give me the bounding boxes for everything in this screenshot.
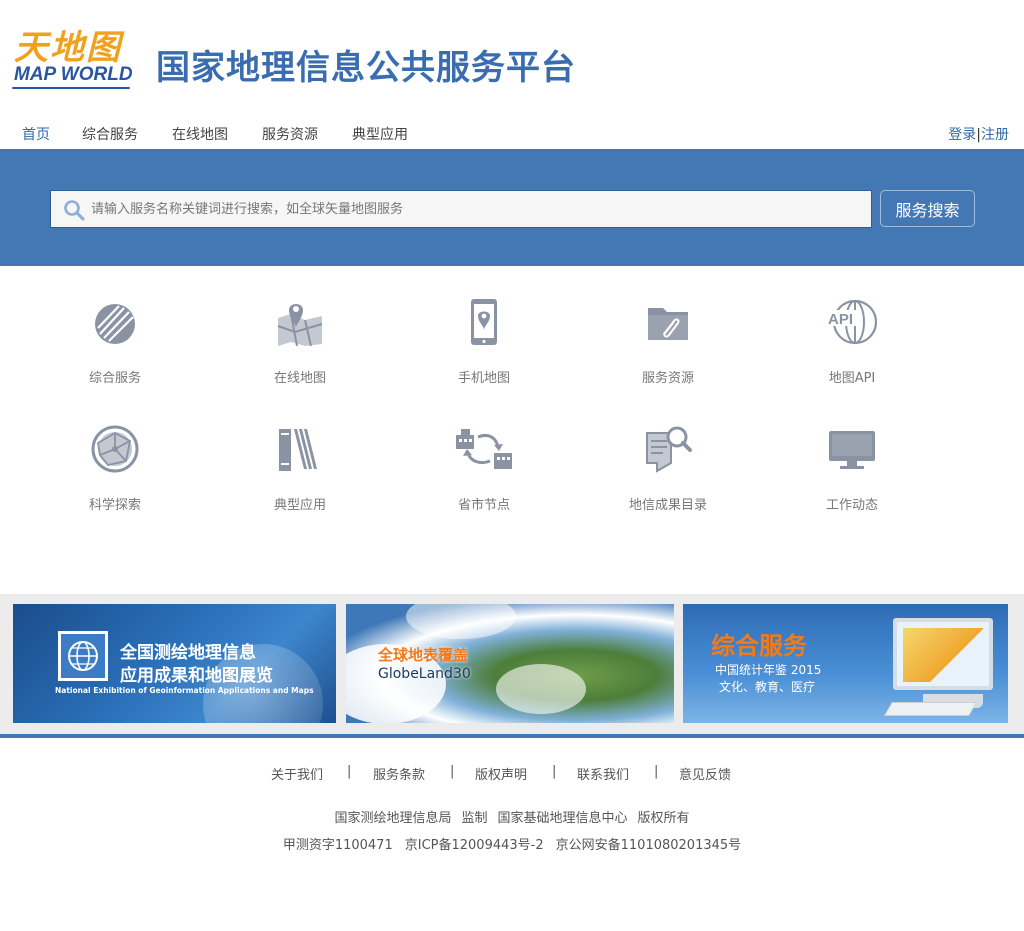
buildings-exchange-icon xyxy=(456,429,512,469)
banner-band: 全国测绘地理信息 应用成果和地图展览 National Exhibition o… xyxy=(0,594,1024,734)
service-tile-label: 综合服务 xyxy=(88,371,141,386)
svg-text:API: API xyxy=(828,311,853,328)
footer-link-about[interactable]: 关于我们 xyxy=(271,764,323,783)
banner-integrated-services[interactable]: 综合服务 中国统计年鉴 2015 文化、教育、医疗 xyxy=(683,604,1008,723)
globe-slash-icon xyxy=(95,304,135,344)
search-input[interactable] xyxy=(91,191,861,227)
logo-chinese-text: 天地图 xyxy=(14,28,122,68)
document-search-icon xyxy=(646,426,692,473)
service-tile-label: 典型应用 xyxy=(273,498,326,513)
service-search-button[interactable]: 服务搜索 xyxy=(880,190,975,227)
login-link[interactable]: 登录 xyxy=(948,127,976,143)
globe-emblem-icon xyxy=(68,641,98,671)
service-tile-label: 科学探索 xyxy=(88,498,141,513)
banner-exhibition-title-2: 应用成果和地图展览 xyxy=(120,666,273,686)
keyboard-graphic xyxy=(883,702,978,716)
nav-item-service-resources[interactable]: 服务资源 xyxy=(262,124,318,144)
service-tile-work-news[interactable]: 工作动态 xyxy=(777,393,927,513)
map-world-logo[interactable]: 天地图 MAP WORLD xyxy=(12,20,133,92)
search-icon xyxy=(64,200,85,221)
copyright-line-2: 甲测资字1100471 京ICP备12009443号-2 京公网安备11010802… xyxy=(0,834,1024,853)
books-icon xyxy=(279,429,317,471)
monitor-icon xyxy=(829,431,875,469)
footer-link-contact[interactable]: 联系我们 xyxy=(577,764,629,783)
banner-globeland-subtitle: GlobeLand30 xyxy=(378,666,471,682)
banner-exhibition-title-1: 全国测绘地理信息 xyxy=(120,643,256,663)
banner-exhibition[interactable]: 全国测绘地理信息 应用成果和地图展览 National Exhibition o… xyxy=(13,604,336,723)
service-tile-geoinfo-catalog[interactable]: 地信成果目录 xyxy=(593,393,743,513)
footer-separator: | xyxy=(552,764,557,779)
copyright-center: 国家基础地理信息中心 xyxy=(497,811,628,826)
copyright-rights: 版权所有 xyxy=(637,811,690,826)
search-band: 服务搜索 xyxy=(0,149,1024,266)
service-tile-label: 地信成果目录 xyxy=(628,498,707,513)
service-tile-label: 工作动态 xyxy=(825,498,878,513)
network-globe-icon xyxy=(91,425,139,473)
nav-item-home[interactable]: 首页 xyxy=(22,124,50,144)
service-tile-mobile-map[interactable]: 手机地图 xyxy=(409,266,559,386)
footer-separator: | xyxy=(654,764,659,779)
logo-swoosh xyxy=(12,87,130,89)
register-link[interactable]: 注册 xyxy=(981,127,1009,143)
map-pin-icon xyxy=(277,304,323,346)
banner-integrated-line2: 文化、教育、医疗 xyxy=(719,680,816,694)
cloud-graphic xyxy=(496,664,586,714)
service-tile-typical-apps[interactable]: 典型应用 xyxy=(225,393,375,513)
footer-separator: | xyxy=(450,764,455,779)
footer-separator: | xyxy=(347,764,352,779)
cloud-graphic xyxy=(406,604,516,639)
mobile-map-icon xyxy=(471,299,497,345)
footer-divider xyxy=(0,734,1024,738)
footer-link-copyright[interactable]: 版权声明 xyxy=(475,764,527,783)
main-nav: 首页 综合服务 在线地图 服务资源 典型应用 登录|注册 xyxy=(0,120,1024,149)
survey-license: 甲测资字1100471 xyxy=(282,838,393,853)
service-tile-integrated[interactable]: 综合服务 xyxy=(40,266,190,386)
footer-links: 关于我们 | 服务条款 | 版权声明 | 联系我们 | 意见反馈 xyxy=(0,764,1024,784)
police-record[interactable]: 京公网安备1101080201345号 xyxy=(556,838,742,853)
china-map-graphic xyxy=(903,628,983,682)
service-tile-service-resources[interactable]: 服务资源 xyxy=(593,266,743,386)
service-tile-label: 服务资源 xyxy=(641,371,694,386)
search-box[interactable] xyxy=(50,190,872,228)
footer-link-terms[interactable]: 服务条款 xyxy=(373,764,425,783)
service-tile-provincial-nodes[interactable]: 省市节点 xyxy=(409,393,559,513)
service-grid: 综合服务 在线地图 手机地图 服务资源 API 地图API 科学探索 典型应用 … xyxy=(0,266,1024,594)
header: 天地图 MAP WORLD 国家地理信息公共服务平台 xyxy=(0,0,1024,120)
service-tile-label: 省市节点 xyxy=(457,498,510,513)
folder-clip-icon xyxy=(648,308,688,340)
banner-exhibition-subtitle: National Exhibition of Geoinformation Ap… xyxy=(55,686,314,695)
service-tile-label: 手机地图 xyxy=(457,371,510,386)
icp-license[interactable]: 京ICP备12009443号-2 xyxy=(405,838,544,853)
exhibition-emblem-icon xyxy=(58,631,108,681)
copyright-supervised: 监制 xyxy=(461,811,488,826)
service-tile-label: 在线地图 xyxy=(273,371,326,386)
nav-item-online-map[interactable]: 在线地图 xyxy=(172,124,228,144)
copyright-org: 国家测绘地理信息局 xyxy=(334,811,452,826)
service-tile-science-exploration[interactable]: 科学探索 xyxy=(40,393,190,513)
service-tile-label: 地图API xyxy=(828,371,876,386)
api-globe-icon: API xyxy=(827,299,877,345)
service-tile-map-api[interactable]: API 地图API xyxy=(777,266,927,386)
auth-links: 登录|注册 xyxy=(948,124,1009,144)
footer-link-feedback[interactable]: 意见反馈 xyxy=(679,764,731,783)
nav-item-typical-applications[interactable]: 典型应用 xyxy=(352,124,408,144)
site-title: 国家地理信息公共服务平台 xyxy=(156,48,576,88)
banner-globeland-title: 全球地表覆盖 xyxy=(378,646,469,664)
banner-integrated-title: 综合服务 xyxy=(711,632,807,660)
monitor-graphic xyxy=(893,618,993,690)
copyright-line-1: 国家测绘地理信息局 监制 国家基础地理信息中心 版权所有 xyxy=(0,807,1024,826)
nav-item-integrated-services[interactable]: 综合服务 xyxy=(82,124,138,144)
logo-english-text: MAP WORLD xyxy=(14,64,133,85)
service-tile-online-map[interactable]: 在线地图 xyxy=(225,266,375,386)
banner-globeland[interactable]: 全球地表覆盖 GlobeLand30 xyxy=(346,604,674,723)
banner-integrated-line1: 中国统计年鉴 2015 xyxy=(715,663,822,677)
